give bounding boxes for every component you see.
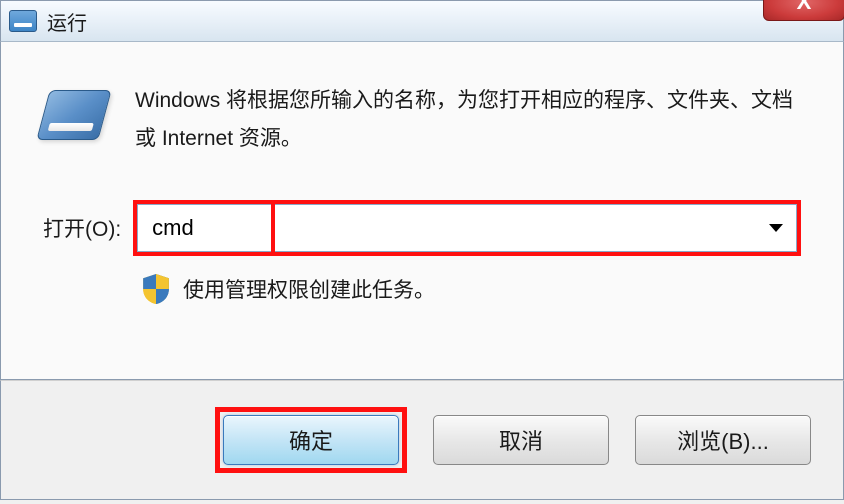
highlight-box-ok: 确定 [215,407,407,473]
run-large-icon [36,90,111,140]
button-bar: 确定 取消 浏览(B)... [0,380,844,500]
cancel-button[interactable]: 取消 [433,415,609,465]
open-input[interactable] [137,204,797,252]
description-text: Windows 将根据您所输入的名称，为您打开相应的程序、文件夹、文档或 Int… [135,82,801,158]
description-row: Windows 将根据您所输入的名称，为您打开相应的程序、文件夹、文档或 Int… [43,82,801,158]
close-button[interactable]: X [763,0,844,21]
titlebar: 运行 X [0,0,844,42]
dialog-body: Windows 将根据您所输入的名称，为您打开相应的程序、文件夹、文档或 Int… [0,42,844,380]
open-row: 打开(O): [43,200,801,256]
window-title: 运行 [47,7,87,36]
open-label: 打开(O): [43,213,121,243]
ok-button[interactable]: 确定 [223,415,399,465]
close-icon: X [797,0,812,15]
open-combobox-wrap [133,200,801,256]
browse-button[interactable]: 浏览(B)... [635,415,811,465]
shield-icon [143,274,169,304]
admin-row: 使用管理权限创建此任务。 [43,274,801,304]
admin-text: 使用管理权限创建此任务。 [183,274,435,304]
run-dialog-icon [9,10,37,32]
